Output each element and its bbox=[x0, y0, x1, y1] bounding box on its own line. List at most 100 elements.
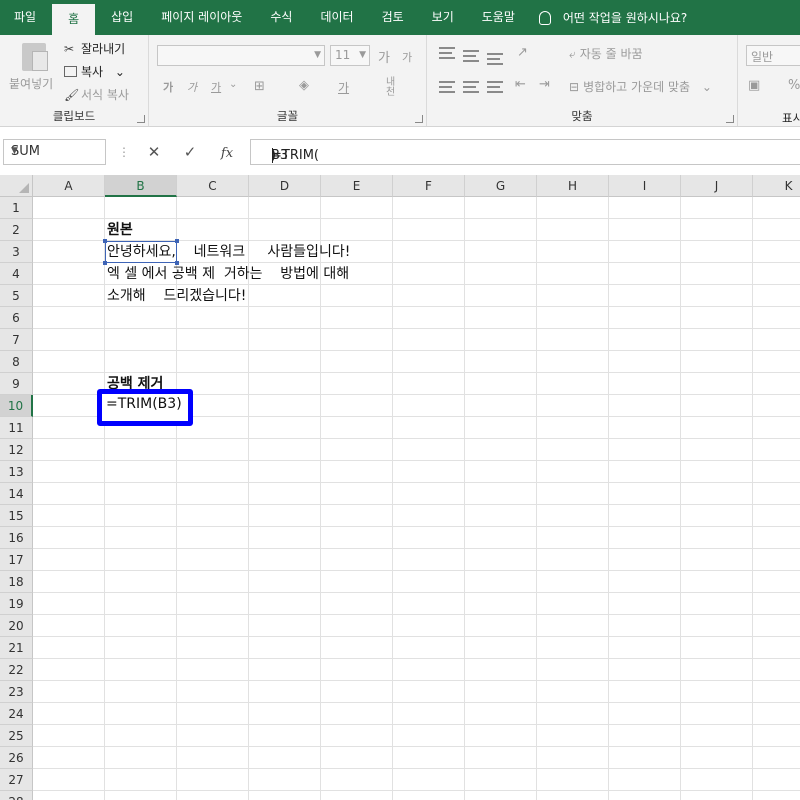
row-header-24[interactable]: 24 bbox=[0, 703, 33, 725]
column-header-g[interactable]: G bbox=[465, 175, 537, 197]
row-header-1[interactable]: 1 bbox=[0, 197, 33, 219]
copy-button[interactable]: 복사 ⌄ bbox=[64, 63, 125, 80]
grow-font-button[interactable]: 가 bbox=[378, 47, 390, 66]
tab-help[interactable]: 도움말 bbox=[468, 0, 529, 35]
tab-file[interactable]: 파일 bbox=[0, 0, 50, 35]
column-header-c[interactable]: C bbox=[177, 175, 249, 197]
border-icon[interactable]: ⊞ bbox=[254, 79, 265, 94]
row-header-18[interactable]: 18 bbox=[0, 571, 33, 593]
alignment-label: 맞춤 bbox=[571, 109, 593, 123]
paste-button[interactable]: 붙여넣기 bbox=[9, 75, 53, 92]
cell-b3[interactable]: 안녕하세요, 네트워크 사람들입니다! bbox=[104, 241, 350, 263]
fill-color-icon[interactable]: ◈ bbox=[299, 78, 309, 93]
row-header-20[interactable]: 20 bbox=[0, 615, 33, 637]
insert-function-button[interactable]: fx bbox=[215, 140, 239, 164]
underline-dropdown-icon[interactable]: ⌄ bbox=[229, 79, 237, 90]
row-header-2[interactable]: 2 bbox=[0, 219, 33, 241]
format-painter-button[interactable]: 🖌 서식 복사 bbox=[64, 86, 129, 103]
decrease-indent-icon[interactable]: ⇤ bbox=[515, 77, 526, 92]
row-header-4[interactable]: 4 bbox=[0, 263, 33, 285]
merge-dropdown-icon[interactable]: ⌄ bbox=[702, 80, 712, 94]
shrink-font-button[interactable]: 가 bbox=[402, 49, 412, 65]
increase-indent-icon[interactable]: ⇥ bbox=[539, 77, 550, 92]
row-header-28[interactable]: 28 bbox=[0, 791, 33, 800]
gridline-column bbox=[320, 197, 321, 800]
column-header-i[interactable]: I bbox=[609, 175, 681, 197]
align-right-icon[interactable] bbox=[487, 81, 503, 93]
column-header-j[interactable]: J bbox=[681, 175, 753, 197]
tab-insert[interactable]: 삽입 bbox=[97, 0, 147, 35]
merge-center-button[interactable]: ⊟ 병합하고 가운데 맞춤 ⌄ bbox=[569, 78, 712, 95]
align-bottom-icon[interactable] bbox=[487, 53, 503, 65]
align-center-icon[interactable] bbox=[463, 81, 479, 93]
row-header-6[interactable]: 6 bbox=[0, 307, 33, 329]
row-header-11[interactable]: 11 bbox=[0, 417, 33, 439]
column-header-h[interactable]: H bbox=[537, 175, 609, 197]
row-header-17[interactable]: 17 bbox=[0, 549, 33, 571]
row-header-9[interactable]: 9 bbox=[0, 373, 33, 395]
row-header-16[interactable]: 16 bbox=[0, 527, 33, 549]
font-size-box[interactable]: 11 ▼ bbox=[330, 45, 370, 66]
tab-data[interactable]: 데이터 bbox=[306, 0, 367, 35]
font-name-box[interactable]: ▼ bbox=[157, 45, 325, 66]
row-header-15[interactable]: 15 bbox=[0, 505, 33, 527]
row-header-22[interactable]: 22 bbox=[0, 659, 33, 681]
row-header-21[interactable]: 21 bbox=[0, 637, 33, 659]
select-all-button[interactable] bbox=[0, 175, 33, 197]
percent-button[interactable]: % bbox=[788, 78, 800, 93]
formula-input[interactable]: =TRIM(B3) bbox=[250, 139, 800, 165]
cut-button[interactable]: ✂ 잘라내기 bbox=[64, 40, 125, 57]
row-header-7[interactable]: 7 bbox=[0, 329, 33, 351]
tab-page-layout[interactable]: 페이지 레이아웃 bbox=[147, 0, 256, 35]
number-format-box[interactable]: 일반 bbox=[746, 45, 800, 66]
row-header-25[interactable]: 25 bbox=[0, 725, 33, 747]
alignment-launcher-icon[interactable] bbox=[726, 115, 734, 123]
tab-view[interactable]: 보기 bbox=[418, 0, 468, 35]
row-header-14[interactable]: 14 bbox=[0, 483, 33, 505]
enter-button[interactable]: ✓ bbox=[178, 140, 202, 164]
font-launcher-icon[interactable] bbox=[415, 115, 423, 123]
wrap-text-button[interactable]: ⤶ 자동 줄 바꿈 bbox=[569, 45, 643, 62]
row-header-26[interactable]: 26 bbox=[0, 747, 33, 769]
row-header-13[interactable]: 13 bbox=[0, 461, 33, 483]
row-header-23[interactable]: 23 bbox=[0, 681, 33, 703]
cancel-button[interactable]: ✕ bbox=[142, 140, 166, 164]
font-color-button[interactable]: 가 bbox=[338, 79, 349, 96]
tab-home[interactable]: 홈 bbox=[52, 4, 96, 35]
column-header-b[interactable]: B bbox=[105, 175, 177, 197]
active-cell-b10[interactable]: =TRIM(B3) bbox=[97, 389, 193, 426]
copy-dropdown-icon[interactable]: ⌄ bbox=[115, 65, 125, 79]
tell-me-search[interactable]: 어떤 작업을 원하시나요? bbox=[538, 9, 687, 26]
tab-review[interactable]: 검토 bbox=[368, 0, 418, 35]
row-header-27[interactable]: 27 bbox=[0, 769, 33, 791]
bold-button[interactable]: 가 bbox=[163, 79, 173, 95]
cell-b5[interactable]: 소개해 드리겠습니다! bbox=[104, 285, 246, 307]
column-header-a[interactable]: A bbox=[33, 175, 105, 197]
cell-b4[interactable]: 엑 셀 에서 공백 제 거하는 방법에 대해 bbox=[104, 263, 349, 285]
name-box[interactable]: SUM ▼ bbox=[3, 139, 106, 165]
row-header-8[interactable]: 8 bbox=[0, 351, 33, 373]
cell-b2[interactable]: 원본 bbox=[104, 219, 133, 241]
font-size-value: 11 bbox=[335, 48, 351, 62]
column-header-e[interactable]: E bbox=[321, 175, 393, 197]
worksheet-grid[interactable]: ABCDEFGHIJK 1 2 3 4 5 6 7 8 9 10 11 12 13 14 15 16 17 18 1… bbox=[0, 175, 800, 800]
tab-formulas[interactable]: 수식 bbox=[256, 0, 306, 35]
phonetic-button[interactable]: 내천 bbox=[386, 78, 402, 98]
currency-icon[interactable]: ▣ bbox=[748, 78, 760, 93]
row-header-12[interactable]: 12 bbox=[0, 439, 33, 461]
column-header-d[interactable]: D bbox=[249, 175, 321, 197]
row-header-3[interactable]: 3 bbox=[0, 241, 33, 263]
align-middle-icon[interactable] bbox=[463, 50, 479, 62]
italic-button[interactable]: 가 bbox=[187, 79, 197, 95]
column-header-k[interactable]: K bbox=[753, 175, 800, 197]
row-header-10[interactable]: 10 bbox=[0, 395, 33, 417]
clipboard-launcher-icon[interactable] bbox=[137, 115, 145, 123]
align-top-icon[interactable] bbox=[439, 47, 455, 59]
underline-button[interactable]: 가 bbox=[211, 79, 221, 95]
align-left-icon[interactable] bbox=[439, 81, 455, 93]
formula-bar-grip-icon[interactable]: ⋮ bbox=[118, 145, 130, 159]
column-header-f[interactable]: F bbox=[393, 175, 465, 197]
row-header-5[interactable]: 5 bbox=[0, 285, 33, 307]
row-header-19[interactable]: 19 bbox=[0, 593, 33, 615]
orientation-icon[interactable]: ↗ bbox=[517, 45, 528, 60]
